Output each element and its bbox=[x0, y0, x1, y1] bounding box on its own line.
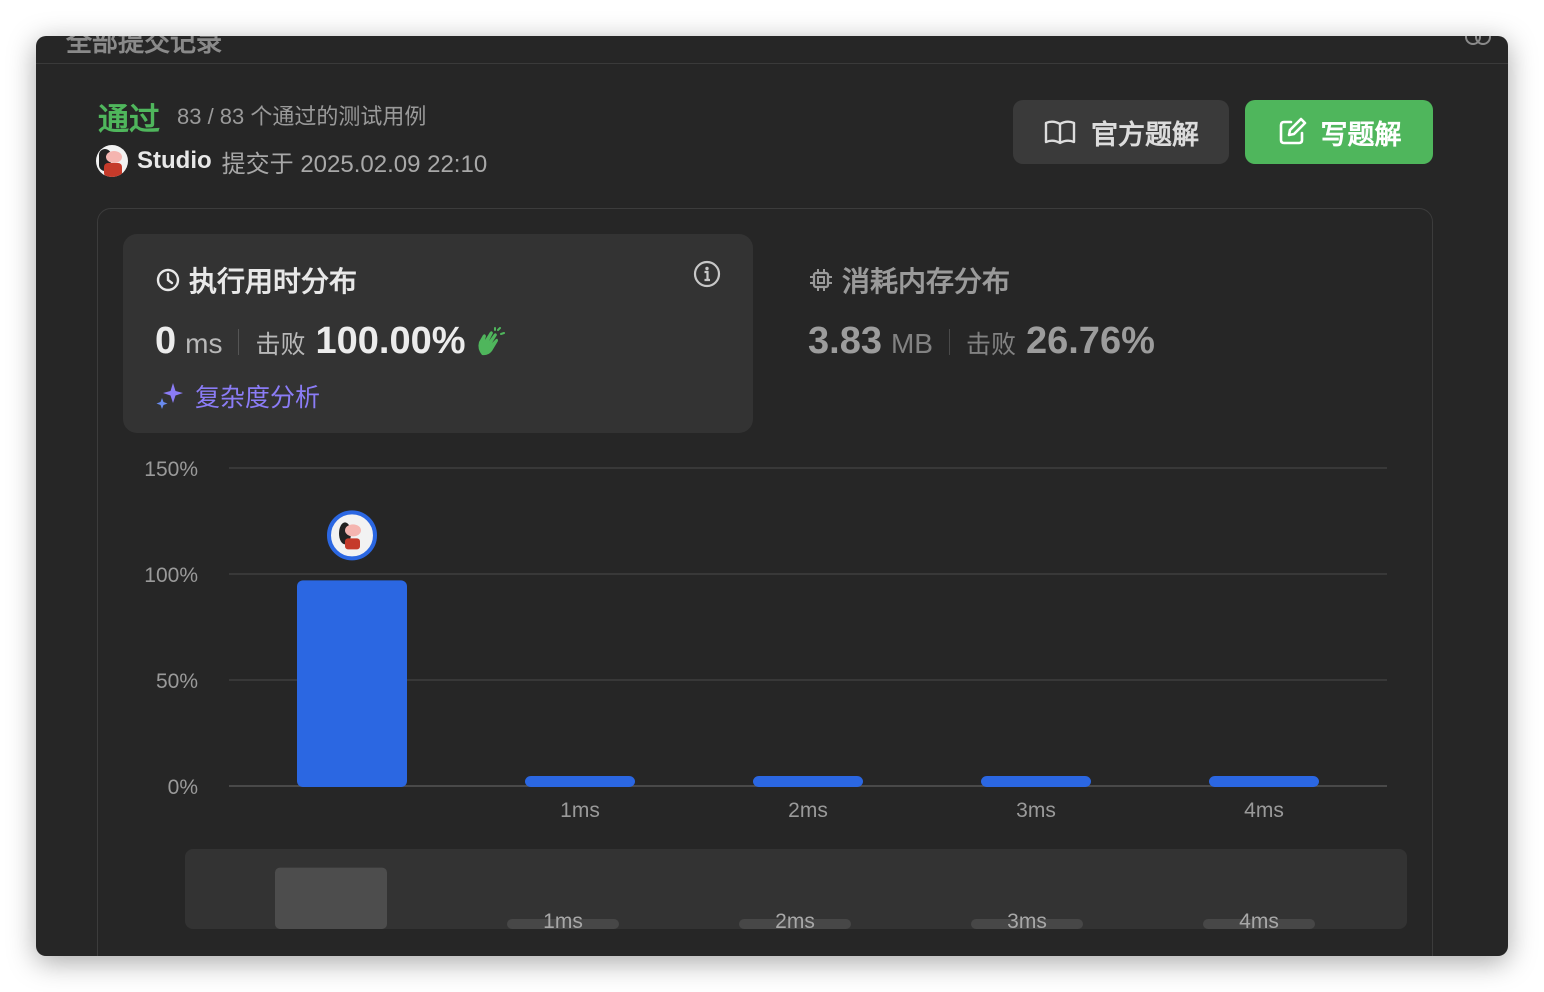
chart-bar bbox=[753, 776, 863, 787]
chart-bar bbox=[1209, 776, 1319, 787]
avatar-face bbox=[345, 524, 361, 537]
x-tick-label: 1ms bbox=[560, 799, 600, 822]
y-tick-label: 100% bbox=[144, 564, 198, 587]
avatar-body bbox=[345, 538, 360, 550]
test-cases-count: 83 / 83 个通过的测试用例 bbox=[177, 104, 427, 129]
overview-bar bbox=[275, 867, 387, 929]
chart-bar bbox=[525, 776, 635, 787]
distribution-panel: 执行用时分布 0 ms 击败 100.00% 复杂度分析 消耗内存分布 3.83… bbox=[97, 208, 1433, 956]
runtime-distribution-chart: 150% 100% 50% 0% 1ms 2ms 3ms 4ms 1ms 2ms 3ms 4ms bbox=[144, 458, 1407, 933]
chart-bar bbox=[981, 776, 1091, 787]
close-icon[interactable] bbox=[1464, 36, 1492, 48]
window-titlebar: 全部提交记录 bbox=[36, 36, 1508, 64]
x-tick-label: 4ms bbox=[1244, 799, 1284, 822]
overview-tick-label: 3ms bbox=[1007, 910, 1047, 933]
submitted-time: 提交于 2025.02.09 22:10 bbox=[221, 150, 488, 178]
book-icon bbox=[1044, 120, 1076, 145]
status-label: 通过 bbox=[98, 102, 160, 137]
official-solution-button[interactable]: 官方题解 bbox=[1013, 100, 1229, 164]
window-title: 全部提交记录 bbox=[66, 36, 223, 57]
write-solution-button[interactable]: 写题解 bbox=[1245, 100, 1433, 164]
avatar[interactable] bbox=[96, 145, 128, 177]
submitter-info: Studio 提交于 2025.02.09 22:10 bbox=[96, 144, 487, 178]
submission-window: 全部提交记录 通过 83 / 83 个通过的测试用例 Studio 提交于 20… bbox=[36, 36, 1508, 956]
username[interactable]: Studio bbox=[137, 147, 212, 175]
edit-icon bbox=[1279, 117, 1306, 145]
overview-tick-label: 2ms bbox=[775, 910, 815, 933]
official-solution-label: 官方题解 bbox=[1091, 119, 1199, 150]
x-tick-label: 2ms bbox=[788, 799, 828, 822]
overview-tick-label: 4ms bbox=[1239, 910, 1279, 933]
y-tick-label: 50% bbox=[156, 670, 198, 693]
chart-bar bbox=[297, 580, 407, 787]
x-tick-label: 3ms bbox=[1016, 799, 1056, 822]
write-solution-label: 写题解 bbox=[1320, 119, 1402, 150]
y-tick-label: 0% bbox=[168, 776, 198, 799]
overview-tick-label: 1ms bbox=[543, 910, 583, 933]
y-tick-label: 150% bbox=[144, 458, 198, 481]
